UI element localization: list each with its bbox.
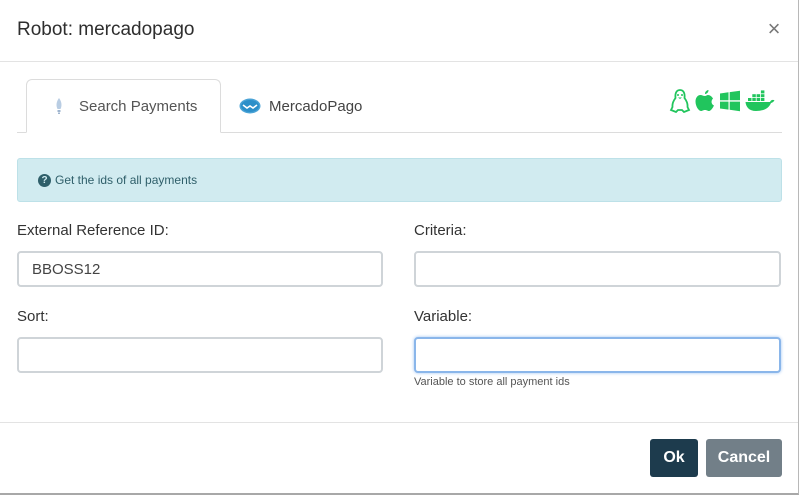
sort-label: Sort: — [17, 308, 49, 325]
dialog-title: Robot: mercadopago — [17, 19, 195, 40]
platform-icons — [669, 89, 775, 118]
linux-icon — [669, 89, 691, 118]
tab-mercadopago[interactable]: MercadoPago — [239, 79, 362, 133]
criteria-label: Criteria: — [414, 222, 467, 239]
cancel-button[interactable]: Cancel — [706, 439, 782, 477]
footer-divider — [0, 422, 798, 423]
close-icon[interactable]: × — [765, 18, 783, 40]
lightbulb-icon — [49, 96, 69, 116]
docker-icon — [745, 90, 775, 117]
mercadopago-logo-icon — [239, 96, 261, 116]
external-reference-label: External Reference ID: — [17, 222, 169, 239]
tab-search-payments[interactable]: Search Payments — [26, 79, 221, 133]
tab-label: MercadoPago — [269, 97, 363, 115]
windows-icon — [719, 90, 741, 117]
question-circle-icon: ? — [38, 173, 51, 187]
sort-input[interactable] — [17, 337, 383, 373]
tab-label: Search Payments — [79, 97, 198, 115]
variable-label: Variable: — [414, 308, 473, 325]
robot-dialog: Robot: mercadopago × Search Payments Mer… — [0, 0, 799, 495]
info-alert: ? Get the ids of all payments — [17, 158, 782, 202]
tab-bar: Search Payments MercadoPago — [17, 79, 782, 133]
variable-help-text: Variable to store all payment ids — [414, 376, 570, 388]
alert-text: Get the ids of all payments — [55, 173, 198, 187]
external-reference-input[interactable] — [17, 251, 383, 287]
ok-button[interactable]: Ok — [650, 439, 698, 477]
dialog-header: Robot: mercadopago × — [0, 0, 798, 62]
apple-icon — [695, 89, 715, 118]
variable-input[interactable] — [414, 337, 781, 373]
criteria-input[interactable] — [414, 251, 781, 287]
